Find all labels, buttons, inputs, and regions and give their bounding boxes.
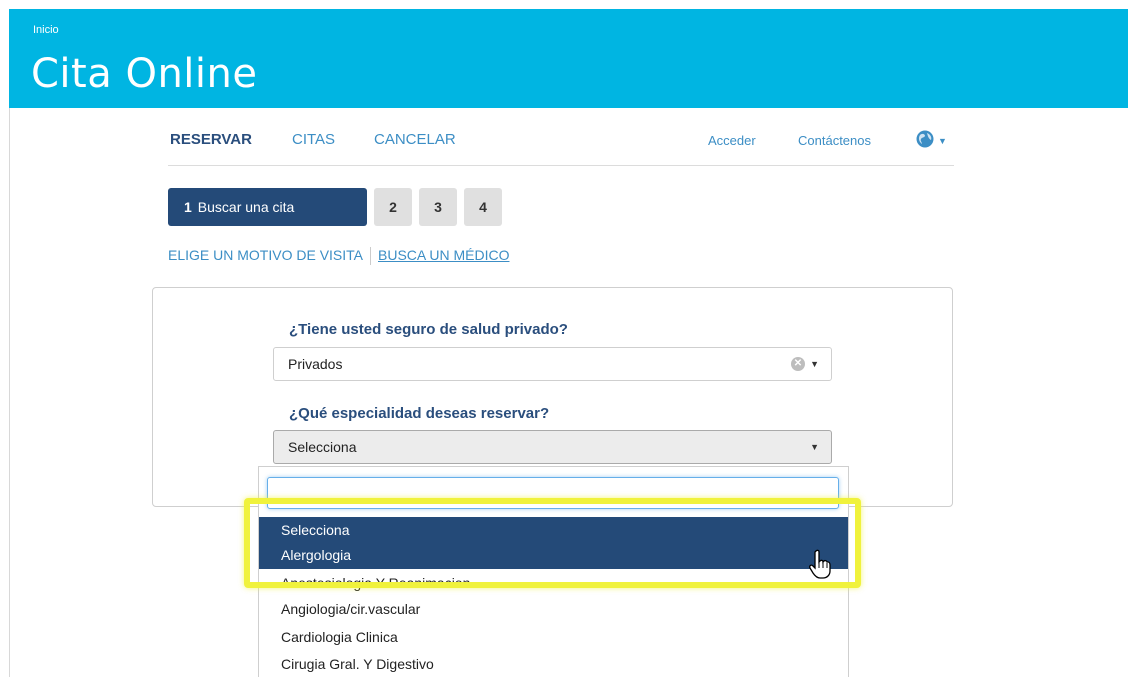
tab-separator — [370, 247, 371, 266]
top-navigation: RESERVAR CITAS CANCELAR Acceder Contácte… — [168, 130, 954, 166]
chevron-down-icon[interactable]: ▼ — [810, 348, 819, 380]
clear-icon[interactable]: ✕ — [791, 357, 805, 371]
divider — [9, 108, 10, 677]
dropdown-option[interactable]: Angiologia/cir.vascular — [259, 596, 848, 623]
dropdown-option[interactable]: Cirugia Gral. Y Digestivo — [259, 651, 848, 678]
step-2[interactable]: 2 — [374, 188, 412, 226]
site-header: Inicio Cita Online — [9, 9, 1128, 108]
step-1-label: Buscar una cita — [197, 199, 295, 215]
nav-acceder[interactable]: Acceder — [708, 133, 756, 148]
tab-busca-medico[interactable]: BUSCA UN MÉDICO — [378, 247, 509, 263]
step-3[interactable]: 3 — [419, 188, 457, 226]
page-title: Cita Online — [31, 51, 258, 97]
specialty-select[interactable]: Selecciona ▼ — [273, 430, 832, 464]
search-mode-tabs: ELIGE UN MOTIVO DE VISITA BUSCA UN MÉDICO — [168, 247, 509, 266]
globe-icon[interactable] — [916, 130, 934, 148]
nav-citas[interactable]: CITAS — [292, 131, 335, 148]
nav-reservar[interactable]: RESERVAR — [170, 131, 252, 148]
insurance-select-value: Privados — [288, 356, 343, 372]
dropdown-option[interactable]: Cardiologia Clinica — [259, 624, 848, 651]
specialty-question: ¿Qué especialidad deseas reservar? — [289, 405, 550, 422]
insurance-question: ¿Tiene usted seguro de salud privado? — [289, 321, 568, 338]
breadcrumb-inicio[interactable]: Inicio — [33, 24, 59, 36]
step-1-number: 1 — [184, 199, 192, 215]
chevron-down-icon[interactable]: ▼ — [810, 431, 819, 463]
tab-motivo-visita[interactable]: ELIGE UN MOTIVO DE VISITA — [168, 247, 363, 263]
step-1-buscar-cita[interactable]: 1 Buscar una cita — [168, 188, 367, 226]
annotation-highlight — [244, 498, 861, 588]
step-4[interactable]: 4 — [464, 188, 502, 226]
page-margin — [0, 0, 9, 677]
chevron-down-icon[interactable]: ▼ — [938, 136, 947, 146]
hand-cursor-icon — [809, 549, 831, 579]
nav-contactenos[interactable]: Contáctenos — [798, 133, 871, 148]
nav-cancelar[interactable]: CANCELAR — [374, 131, 456, 148]
insurance-select[interactable]: Privados ✕ ▼ — [273, 347, 832, 381]
specialty-select-value: Selecciona — [288, 439, 357, 455]
